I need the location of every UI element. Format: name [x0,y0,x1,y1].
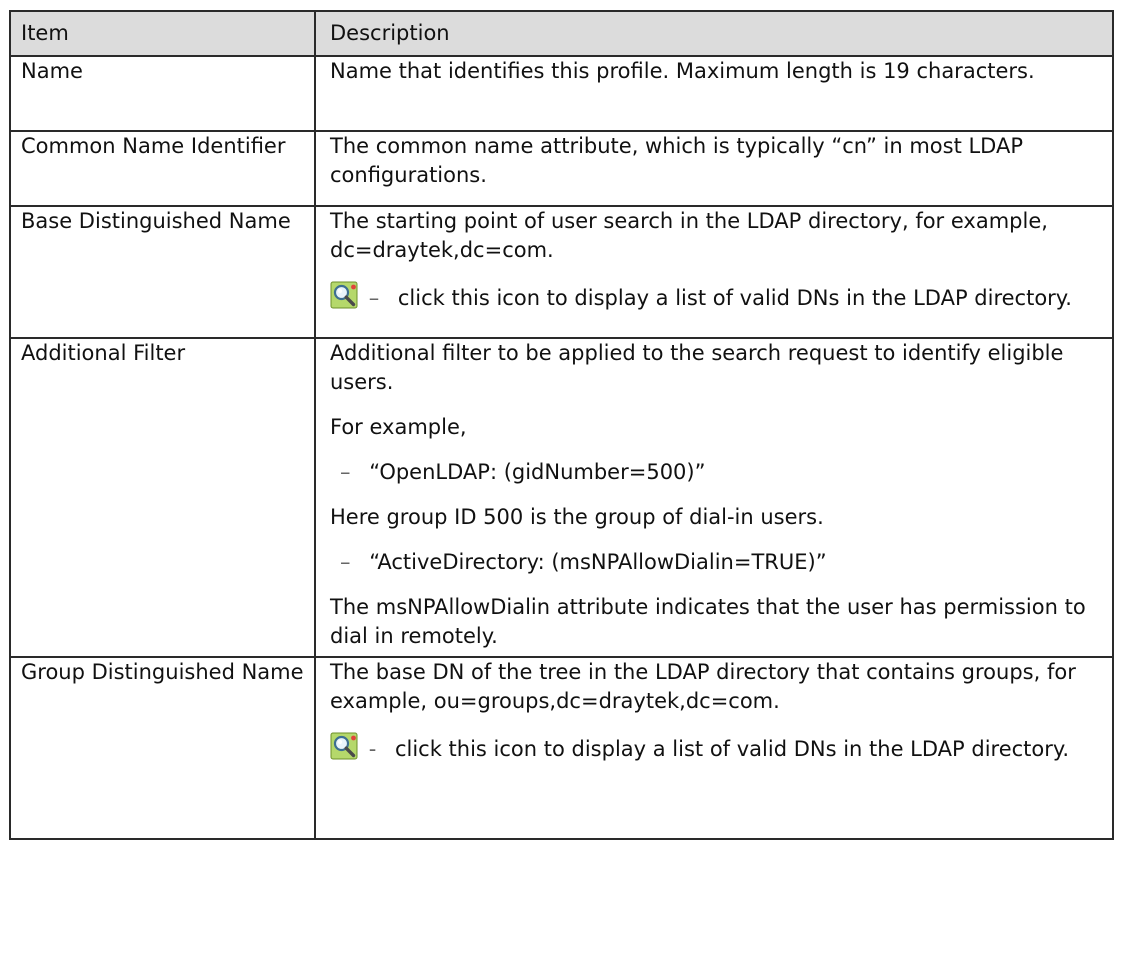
ldap-search-icon[interactable] [330,732,358,760]
note-text: click this icon to display a list of val… [394,737,1069,761]
icon-note: - click this icon to display a list of v… [330,732,1098,764]
row-description: The base DN of the tree in the LDAP dire… [314,656,1114,840]
bullet-item: – “OpenLDAP: (gidNumber=500)” [330,458,1098,487]
icon-note: – click this icon to display a list of v… [330,281,1098,313]
description-table: Item Description Name Name that identifi… [9,10,1114,840]
bullet-text: “OpenLDAP: (gidNumber=500)” [369,460,706,484]
bullet-dash: – [340,460,351,484]
row-item-label: Base Distinguished Name [9,205,316,339]
table-row: Base Distinguished Name The starting poi… [9,205,1114,339]
row-description: Additional filter to be applied to the s… [314,337,1114,658]
row-item-label: Common Name Identifier [9,130,316,207]
row-item-label: Name [9,55,316,132]
description-paragraph: The base DN of the tree in the LDAP dire… [330,660,1076,713]
description-paragraph: Additional filter to be applied to the s… [330,341,1064,394]
note-dash: – [368,286,380,310]
table-row: Additional Filter Additional filter to b… [9,337,1114,658]
ldap-search-icon[interactable] [330,281,358,309]
description-paragraph: Here group ID 500 is the group of dial-i… [330,505,824,529]
row-item-label: Group Distinguished Name [9,656,316,840]
row-item-label: Additional Filter [9,337,316,658]
column-header-description: Description [314,10,1114,57]
bullet-dash: – [340,550,351,574]
description-paragraph: The msNPAllowDialin attribute indicates … [330,595,1086,648]
description-paragraph: Name that identifies this profile. Maxim… [330,59,1035,83]
row-description: The starting point of user search in the… [314,205,1114,339]
table-header-row: Item Description [9,10,1114,57]
bullet-item: – “ActiveDirectory: (msNPAllowDialin=TRU… [330,548,1098,577]
row-description: The common name attribute, which is typi… [314,130,1114,207]
note-text: click this icon to display a list of val… [397,286,1072,310]
description-paragraph: The starting point of user search in the… [330,209,1048,262]
row-description: Name that identifies this profile. Maxim… [314,55,1114,132]
description-paragraph: The common name attribute, which is typi… [330,134,1024,187]
column-header-item: Item [9,10,316,57]
table-row: Common Name Identifier The common name a… [9,130,1114,207]
table-row: Group Distinguished Name The base DN of … [9,656,1114,840]
table-row: Name Name that identifies this profile. … [9,55,1114,132]
bullet-text: “ActiveDirectory: (msNPAllowDialin=TRUE)… [369,550,827,574]
description-paragraph: For example, [330,415,467,439]
note-dash: - [368,737,377,761]
